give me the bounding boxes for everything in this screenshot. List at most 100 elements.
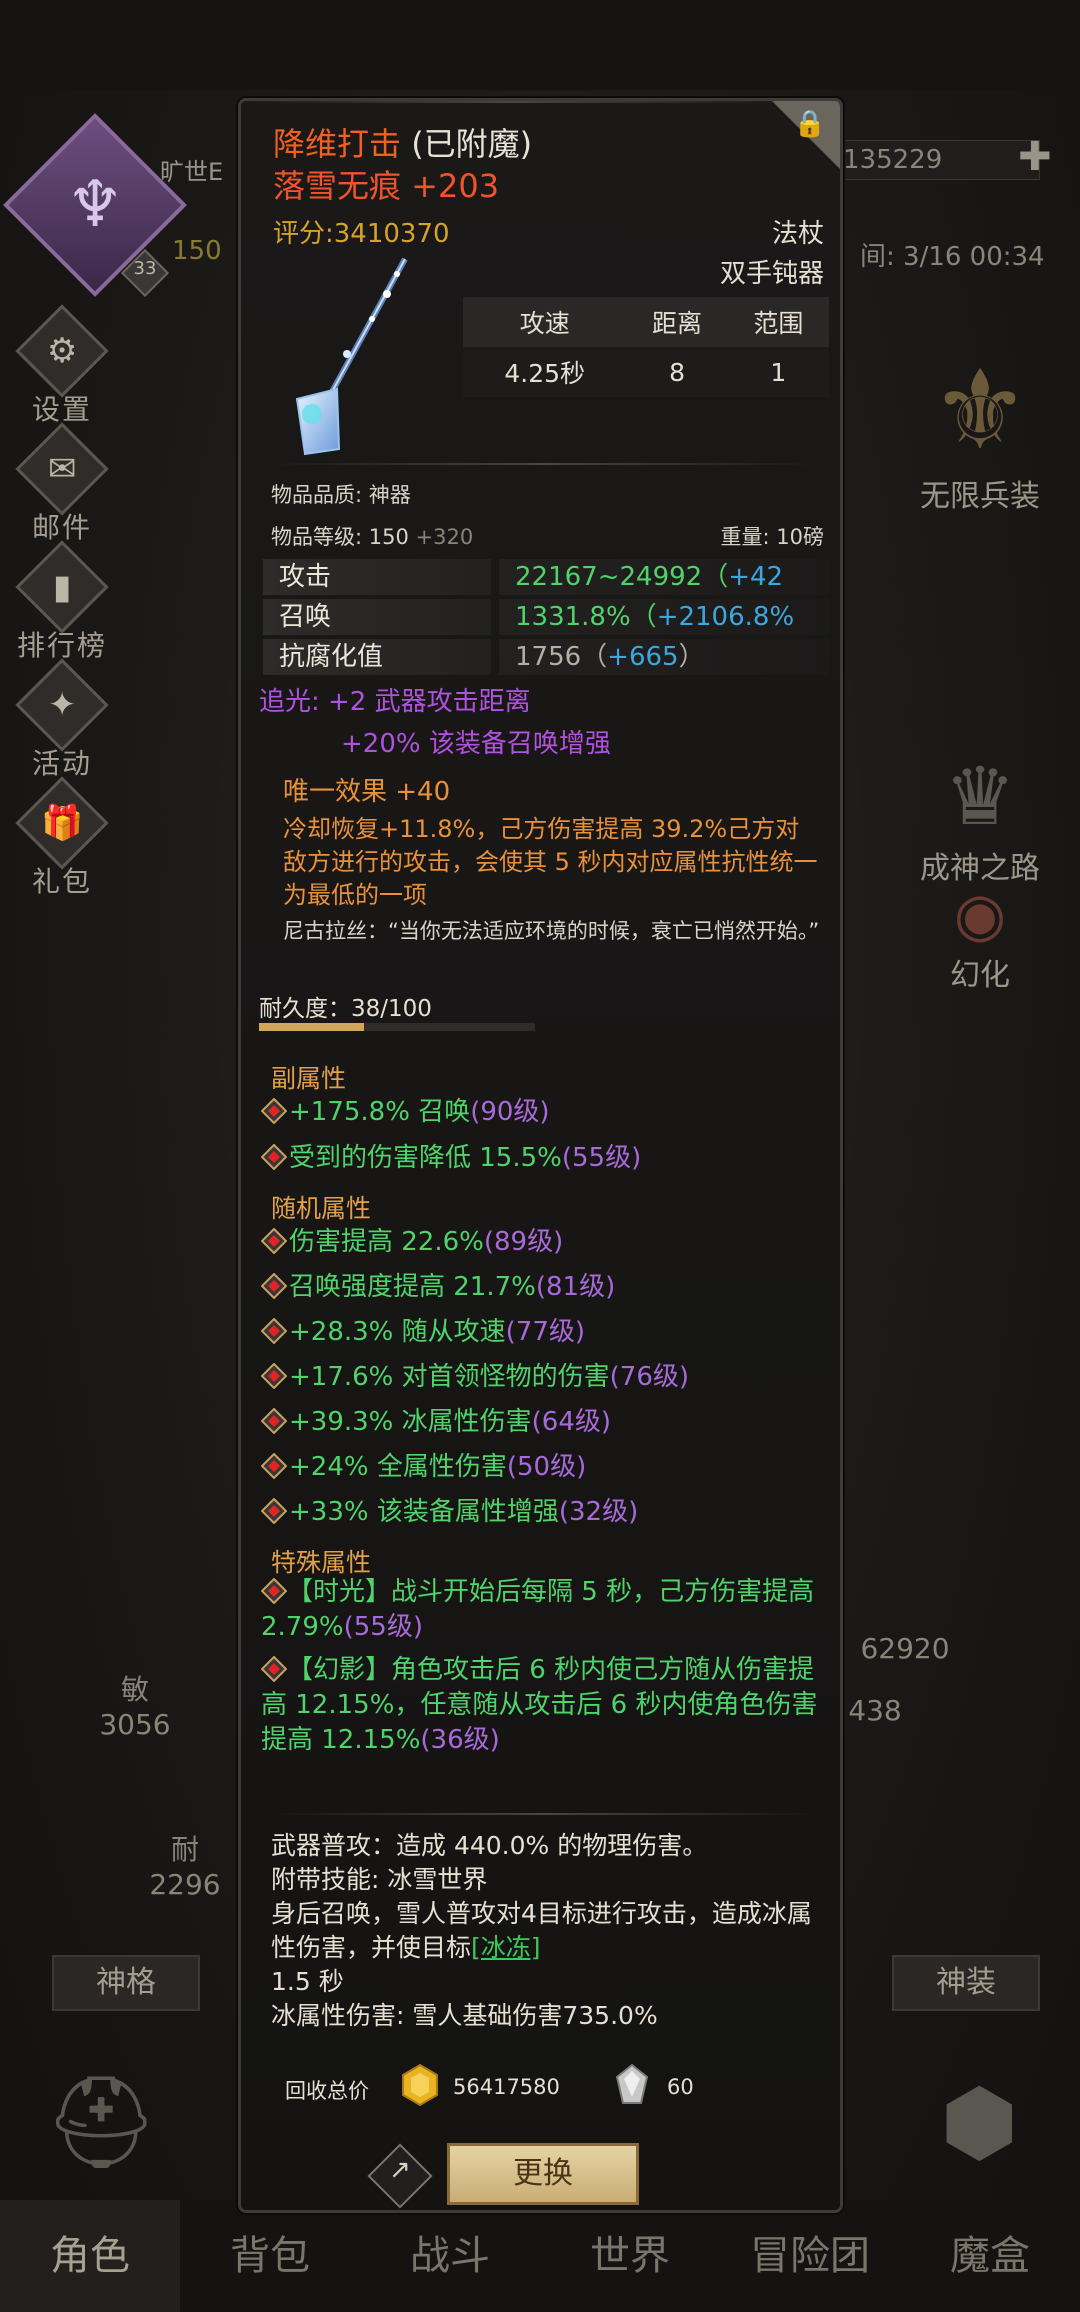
infinite-armory-label: 无限兵装 <box>920 479 1040 514</box>
mask-icon: ◉ <box>953 880 1007 950</box>
share-icon: ↗ <box>389 2155 411 2185</box>
infinite-armory-button[interactable]: ⚜ 无限兵装 <box>880 350 1080 515</box>
staff-weapon-icon <box>295 257 408 456</box>
red-gem-icon <box>261 1408 287 1434</box>
tab-adventure-team[interactable]: 冒险团 <box>720 2200 900 2312</box>
divider <box>241 101 786 103</box>
sub-affix-2: 受到的伤害降低 15.5%(55级) <box>261 1137 641 1174</box>
player-name: 旷世E <box>160 158 224 186</box>
red-gem-icon <box>261 1318 287 1344</box>
time-display: 间: 3/16 00:34 <box>860 242 1045 272</box>
random-affix-7: +33% 该装备属性增强(32级) <box>261 1491 638 1528</box>
tab-character[interactable]: 角色 <box>0 2200 180 2312</box>
replace-button[interactable]: 更换 <box>447 2143 639 2205</box>
attack-speed-header: 攻速 <box>463 297 627 347</box>
gold-coin-icon <box>402 2063 438 2107</box>
special-affix-2: 【幻影】角色攻击后 6 秒内使己方随从伤害提高 12.15%，任意随从攻击后 6… <box>260 1655 818 1755</box>
helmet-slot-icon[interactable]: ⛑ <box>44 2070 158 2175</box>
tab-magic-box[interactable]: 魔盒 <box>900 2200 1080 2312</box>
unique-effect-title: 唯一效果 +40 <box>283 777 451 807</box>
area-value: 1 <box>727 347 829 397</box>
stat-row-corruption: 抗腐化值 1756（+665） <box>263 639 829 675</box>
special-attributes-title: 特殊属性 <box>271 1548 372 1577</box>
mail-button[interactable]: ✉ 邮件 <box>14 422 110 546</box>
weapon-class: 双手钝器 <box>719 259 824 289</box>
item-level: 物品等级: 150 +320 <box>271 525 474 549</box>
armory-emblem-icon: ⚜ <box>930 346 1030 474</box>
bg-stat-stamina: 耐 2296 <box>149 1833 221 1901</box>
ranking-icon: ▮ <box>52 567 72 607</box>
red-gem-icon <box>260 1655 288 1683</box>
durability-label: 耐久度：38/100 <box>259 996 432 1022</box>
attack-info-table: 攻速 距离 范围 4.25秒 8 1 <box>463 297 829 397</box>
weapon-type: 法杖 <box>771 219 824 249</box>
random-affix-3: +28.3% 随从攻速(77级) <box>261 1311 585 1348</box>
currency-display: 135229 <box>830 140 1040 180</box>
item-name: 降维打击 <box>273 125 402 163</box>
red-gem-icon <box>261 1098 287 1124</box>
tab-battle[interactable]: 战斗 <box>360 2200 540 2312</box>
item-quality: 物品品质: 神器 <box>271 483 411 507</box>
red-gem-icon <box>261 1453 287 1479</box>
item-quote: 尼古拉丝：“当你无法适应环境的时候，衰亡已悄然开始。” <box>283 919 820 943</box>
range-header: 距离 <box>626 297 728 347</box>
special-affix-1: 【时光】战斗开始后每隔 5 秒，己方伤害提高 2.79%(55级) <box>260 1577 815 1642</box>
random-attributes-title: 随机属性 <box>271 1194 372 1223</box>
freeze-link[interactable]: [冰冻] <box>471 1933 541 1962</box>
weapon-description: 武器普攻：造成 440.0% 的物理伤害。 附带技能: 冰雪世界 身后召唤，雪人… <box>271 1831 812 2030</box>
divider <box>271 1813 816 1815</box>
red-gem-icon <box>261 1498 287 1524</box>
recycle-label: 回收总价 <box>285 2079 369 2103</box>
random-affix-2: 召唤强度提高 21.7%(81级) <box>261 1266 615 1303</box>
stat-row-summon: 召唤 1331.8%（+2106.8% <box>263 599 829 635</box>
random-affix-4: +17.6% 对首领怪物的伤害(76级) <box>261 1356 689 1393</box>
god-gear-tab-button[interactable]: 神装 <box>892 1955 1040 2011</box>
red-gem-icon <box>261 1273 287 1299</box>
add-currency-icon[interactable]: ✚ <box>1018 134 1052 180</box>
chase-light-line-1: 追光: +2 武器攻击距离 <box>259 687 531 717</box>
godhood-path-button[interactable]: ♛ 成神之路 <box>880 750 1080 887</box>
red-gem-icon <box>260 1577 288 1605</box>
item-score: 评分:3410370 <box>273 219 450 249</box>
chase-light-line-2: +20% 该装备召唤增强 <box>341 729 611 759</box>
gift-button[interactable]: 🎁 礼包 <box>14 776 110 900</box>
item-detail-panel: 🔒 降维打击 (已附魔) 落雪无痕 +203 评分:3410370 法杖 双手钝… <box>238 98 843 2213</box>
random-affix-5: +39.3% 冰属性伤害(64级) <box>261 1401 611 1438</box>
tab-world[interactable]: 世界 <box>540 2200 720 2312</box>
divider <box>271 463 816 465</box>
range-value: 8 <box>626 347 728 397</box>
settings-button[interactable]: ⚙ 设置 <box>14 304 110 428</box>
top-bar <box>0 0 1080 90</box>
transmog-button[interactable]: ◉ 幻化 <box>880 880 1080 994</box>
red-gem-icon <box>261 1363 287 1389</box>
level-badge-text: 33 <box>133 258 157 279</box>
item-name-line: 降维打击 (已附魔) <box>273 119 532 165</box>
sub-attributes-title: 副属性 <box>271 1064 347 1093</box>
mail-icon: ✉ <box>47 449 77 489</box>
durability-bar <box>259 1023 535 1031</box>
event-icon: ✦ <box>47 685 77 725</box>
lock-icon[interactable]: 🔒 <box>794 109 826 139</box>
durability-fill <box>259 1023 364 1031</box>
crystal-value: 60 <box>667 2075 694 2099</box>
tab-bag[interactable]: 背包 <box>180 2200 360 2312</box>
transmog-label: 幻化 <box>950 958 1010 993</box>
enchant-tag: (已附魔) <box>411 125 533 163</box>
bottom-navigation: 角色 背包 战斗 世界 冒险团 魔盒 <box>0 2200 1080 2312</box>
red-gem-icon <box>261 1228 287 1254</box>
bg-right-stat-2: 438 <box>848 1694 902 1727</box>
divinity-tab-button[interactable]: 神格 <box>52 1955 200 2011</box>
gold-value: 56417580 <box>453 2075 560 2099</box>
item-weight: 重量: 10磅 <box>720 525 824 549</box>
player-avatar-icon: ♆ <box>66 168 124 242</box>
winged-helm-icon: ♛ <box>944 750 1016 843</box>
sub-affix-1: +175.8% 召唤(90级) <box>261 1091 550 1128</box>
red-gem-icon <box>261 1144 287 1170</box>
area-header: 范围 <box>727 297 829 347</box>
stat-row-attack: 攻击 22167~24992（+42 <box>263 559 829 595</box>
ranking-button[interactable]: ▮ 排行榜 <box>14 540 110 664</box>
cube-slot-icon[interactable]: ⬢ <box>940 2070 1019 2175</box>
player-power: 150 <box>172 236 222 266</box>
unique-effect-desc: 冷却恢复+11.8%，己方伤害提高 39.2%己方对敌方进行的攻击，会使其 5 … <box>283 815 818 909</box>
event-button[interactable]: ✦ 活动 <box>14 658 110 782</box>
